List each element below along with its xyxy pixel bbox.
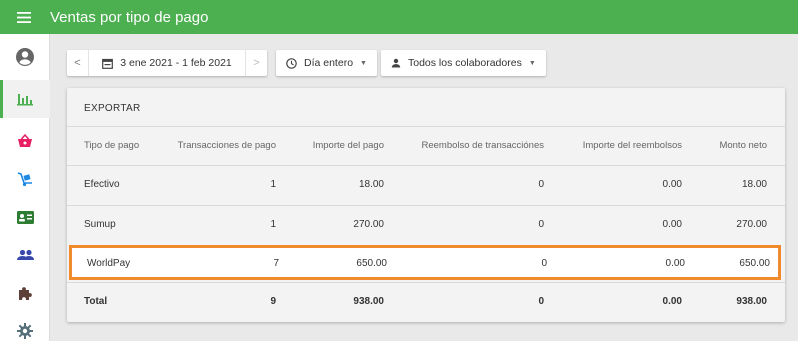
table-cell: 0: [538, 179, 544, 190]
table-cell: 0: [541, 258, 547, 269]
time-filter-label: Día entero: [304, 57, 354, 69]
sidebar-item-integrations[interactable]: [0, 274, 50, 312]
sidebar: [0, 34, 50, 341]
person-icon: [391, 58, 401, 68]
hand-truck-icon: [17, 172, 32, 187]
app-header: Ventas por tipo de pago: [0, 0, 798, 34]
column-header: Transacciones de pago: [177, 140, 276, 151]
menu-icon[interactable]: [0, 0, 48, 34]
table-cell: 270.00: [736, 219, 767, 230]
table-row-highlighted[interactable]: WorldPay 7 650.00 0 0.00 650.00: [69, 245, 781, 280]
date-range-label: 3 ene 2021 - 1 feb 2021: [120, 57, 232, 69]
account-circle-icon: [16, 48, 34, 66]
puzzle-icon: [18, 286, 32, 300]
id-card-icon: [16, 210, 34, 224]
table-cell: 0.00: [662, 296, 682, 307]
next-period-button[interactable]: >: [245, 50, 267, 76]
table-cell: Sumup: [84, 219, 116, 230]
report-card: EXPORTAR Tipo de pago Transacciones de p…: [67, 88, 785, 322]
table-cell: 7: [273, 258, 279, 269]
staff-filter-dropdown[interactable]: Todos los colaboradores ▼: [381, 50, 546, 76]
chevron-left-icon: <: [74, 57, 81, 69]
sidebar-item-sales[interactable]: [0, 122, 50, 160]
table-total-row: Total 9 938.00 0 0.00 938.00: [67, 283, 785, 321]
table-cell: Total: [84, 296, 108, 307]
date-range-selector: < 3 ene 2021 - 1 feb 2021 >: [67, 50, 267, 76]
basket-icon: [18, 134, 32, 147]
table-cell: 0.00: [662, 179, 682, 190]
table-cell: WorldPay: [87, 258, 131, 269]
time-filter-dropdown[interactable]: Día entero ▼: [276, 50, 377, 76]
table-cell: 650.00: [356, 258, 387, 269]
table-row[interactable]: Efectivo 1 18.00 0 0.00 18.00: [67, 166, 785, 204]
column-header: Monto neto: [719, 140, 767, 151]
table-cell: 1: [270, 179, 276, 190]
page-title: Ventas por tipo de pago: [50, 8, 209, 26]
gear-icon: [17, 323, 33, 339]
calendar-icon: [102, 58, 114, 69]
sidebar-item-settings[interactable]: [0, 312, 50, 341]
table-cell: 0.00: [662, 219, 682, 230]
clock-icon: [286, 57, 297, 69]
column-header: Importe del pago: [312, 140, 384, 151]
people-icon: [16, 249, 34, 260]
sidebar-item-customers[interactable]: [0, 236, 50, 274]
table-cell: 938.00: [353, 296, 384, 307]
table-header: Tipo de pago Transacciones de pago Impor…: [67, 127, 785, 165]
table-cell: 18.00: [358, 179, 384, 190]
table-cell: 270.00: [353, 219, 384, 230]
table-cell: 1: [270, 219, 276, 230]
column-header: Reembolso de transacciónes: [421, 140, 544, 151]
table-cell: 0.00: [665, 258, 685, 269]
date-range-button[interactable]: 3 ene 2021 - 1 feb 2021: [89, 57, 245, 69]
table-cell: 0: [538, 296, 544, 307]
table-cell: 18.00: [741, 179, 767, 190]
previous-period-button[interactable]: <: [67, 50, 89, 76]
caret-down-icon: ▼: [528, 59, 536, 67]
table-cell: 650.00: [739, 258, 770, 269]
table-cell: Efectivo: [84, 179, 120, 190]
table-cell: 9: [270, 296, 276, 307]
staff-filter-label: Todos los colaboradores: [408, 57, 522, 69]
table-row: WorldPay 7 650.00 0 0.00 650.00: [70, 245, 788, 283]
column-header: Tipo de pago: [84, 140, 140, 151]
chevron-right-icon: >: [253, 57, 260, 69]
export-button[interactable]: EXPORTAR: [84, 103, 141, 114]
table-cell: 938.00: [736, 296, 767, 307]
sidebar-item-account[interactable]: [0, 38, 50, 76]
sidebar-item-reports[interactable]: [0, 80, 50, 118]
table-cell: 0: [538, 219, 544, 230]
sidebar-item-inventory[interactable]: [0, 160, 50, 198]
caret-down-icon: ▼: [360, 59, 367, 67]
sidebar-item-employees[interactable]: [0, 198, 50, 236]
table-row[interactable]: Sumup 1 270.00 0 0.00 270.00: [67, 206, 785, 244]
column-header: Importe del reembolsos: [582, 140, 682, 151]
bar-chart-icon: [17, 94, 33, 106]
